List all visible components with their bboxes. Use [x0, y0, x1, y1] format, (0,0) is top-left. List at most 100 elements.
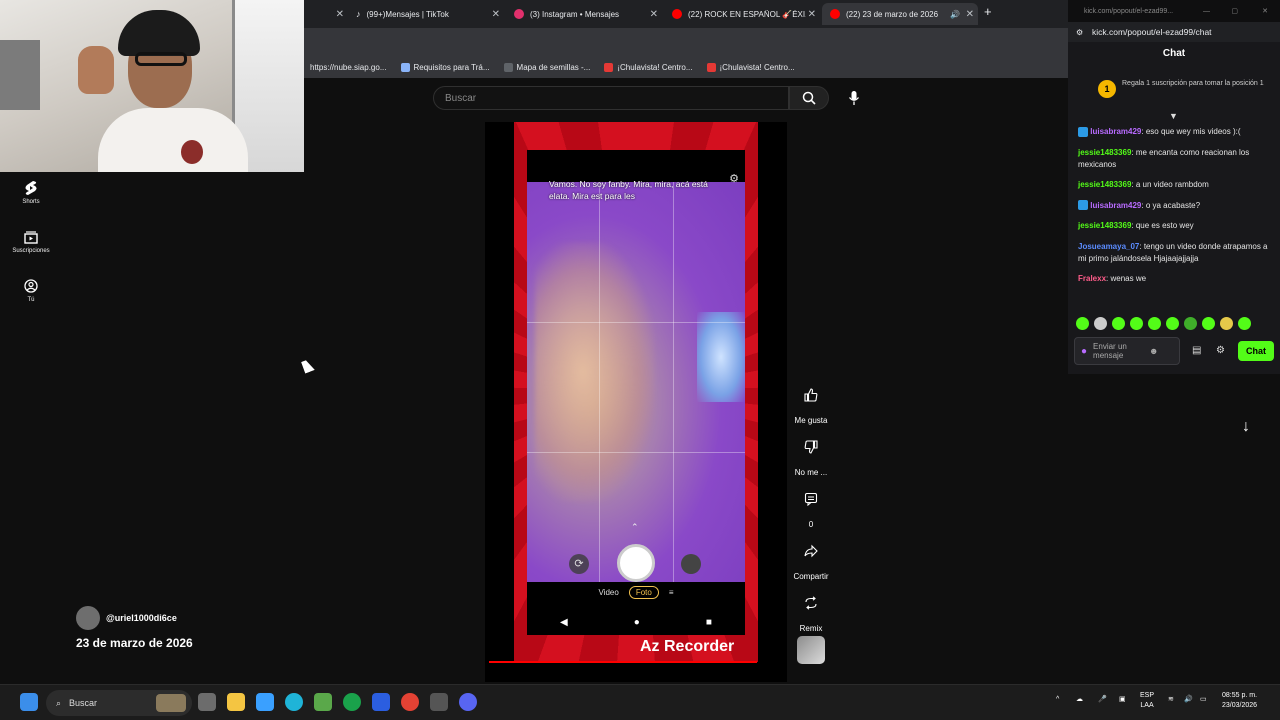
video-content[interactable]: ⌃ ⟳ Vamos. No soy fanby. Mira, mira, acá… — [527, 150, 745, 635]
browser-tab-tiktok[interactable]: ♪ (99+)Mensajes | TikTok ✕ — [348, 3, 504, 25]
avatar[interactable] — [76, 606, 100, 630]
voice-search-button[interactable] — [842, 86, 866, 110]
chat-username[interactable]: jessie1483369 — [1078, 148, 1131, 157]
microphone-icon — [848, 91, 860, 105]
close-tab-icon[interactable]: ✕ — [492, 9, 500, 20]
bookmark-item[interactable]: ¡Chulavista! Centro... — [604, 62, 693, 72]
clock[interactable]: 08:55 p. m. 23/03/2026 — [1222, 691, 1257, 711]
dislike-button[interactable]: No me ... — [790, 432, 832, 477]
taskbar-search[interactable]: ⌕ Buscar — [46, 690, 192, 716]
bookmark-item[interactable]: https://nube.siap.go... — [310, 63, 387, 72]
popout-url-bar[interactable]: ⚙ kick.com/popout/el-ezad99/chat — [1068, 22, 1280, 42]
arrow-down-icon[interactable]: ↓ — [1234, 418, 1258, 442]
emote-icon[interactable] — [1130, 317, 1143, 330]
emote-icon[interactable] — [1220, 317, 1233, 330]
browser-tab-bar: ✕ ♪ (99+)Mensajes | TikTok ✕ (3) Instagr… — [304, 0, 1068, 28]
browser-tab[interactable]: ✕ — [304, 3, 348, 25]
bookmark-item[interactable]: ¡Chulavista! Centro... — [706, 62, 795, 72]
address-bar[interactable] — [304, 28, 1068, 56]
camera-grid-line — [527, 452, 745, 453]
close-tab-icon[interactable]: ✕ — [336, 9, 344, 20]
notification-icon[interactable]: ▣ — [1119, 695, 1126, 705]
thumbs-up-icon — [796, 380, 826, 410]
nav-item-shorts[interactable]: Shorts — [0, 180, 62, 205]
wifi-icon[interactable]: ≋ — [1168, 695, 1174, 705]
rank-badge: 1 — [1098, 80, 1116, 98]
xbox-icon[interactable] — [343, 693, 361, 711]
emoji-icon[interactable]: ☻ — [1149, 346, 1158, 356]
cloud-icon[interactable]: ☁ — [1076, 695, 1083, 705]
send-chat-button[interactable]: Chat — [1238, 341, 1274, 361]
discord-icon[interactable] — [459, 693, 477, 711]
chat-username[interactable]: luisabram429 — [1090, 201, 1141, 210]
gift-sub-text: Regala 1 suscripción para tomar la posic… — [1122, 80, 1264, 87]
language-indicator[interactable]: ESP LAA — [1140, 691, 1154, 711]
close-tab-icon[interactable]: ✕ — [650, 9, 658, 20]
emote-icon[interactable] — [1112, 317, 1125, 330]
chat-username[interactable]: luisabram429 — [1090, 127, 1141, 136]
nav-item-you[interactable]: Tú — [0, 278, 62, 303]
emote-icon[interactable] — [1184, 317, 1197, 330]
new-tab-icon[interactable]: + — [984, 4, 992, 19]
like-button[interactable]: Me gusta — [790, 380, 832, 425]
chat-username[interactable]: Fralexx — [1078, 274, 1106, 283]
channel-name[interactable]: @uriel1000di6ce — [106, 613, 177, 623]
emote-icon[interactable] — [1148, 317, 1161, 330]
remix-button[interactable]: Remix — [790, 588, 832, 633]
bookmark-icon — [604, 62, 614, 72]
chrome-icon[interactable] — [401, 693, 419, 711]
store-icon[interactable]: ▤ — [1192, 345, 1201, 356]
chat-username[interactable]: jessie1483369 — [1078, 221, 1131, 230]
volume-icon[interactable]: 🔊 — [1184, 695, 1193, 705]
nav-item-subscriptions[interactable]: Suscripciones — [0, 229, 62, 254]
browser-tab-rock[interactable]: (22) ROCK EN ESPAÑOL 🎸ÉXI... ✕ — [664, 3, 820, 25]
bookmark-icon — [400, 62, 410, 72]
chat-messages: luisabram429: eso que wey mis videos ):(… — [1078, 126, 1274, 294]
maximize-icon[interactable]: ▢ — [1231, 7, 1238, 15]
file-explorer-icon[interactable] — [227, 693, 245, 711]
task-view-icon[interactable] — [198, 693, 216, 711]
share-button[interactable]: Compartir — [790, 536, 832, 581]
store-app-icon[interactable] — [256, 693, 274, 711]
comments-button[interactable]: 0 — [790, 484, 832, 529]
app-icon[interactable] — [430, 693, 448, 711]
minecraft-icon[interactable] — [314, 693, 332, 711]
chat-username[interactable]: jessie1483369 — [1078, 180, 1131, 189]
emote-icon[interactable] — [1238, 317, 1251, 330]
microphone-tray-icon[interactable]: 🎤 — [1098, 695, 1107, 705]
search-input[interactable]: Buscar — [433, 86, 789, 110]
emote-icon[interactable] — [1202, 317, 1215, 330]
minimize-icon[interactable]: — — [1203, 8, 1210, 15]
site-info-icon[interactable]: ⚙ — [1076, 28, 1083, 37]
battery-icon[interactable]: ▭ — [1200, 695, 1207, 705]
popout-title: kick.com/popout/el-ezad99... — [1084, 7, 1174, 15]
chevron-up-icon[interactable]: ^ — [1056, 695, 1059, 705]
emote-icon[interactable] — [1076, 317, 1089, 330]
emote-icon[interactable] — [1166, 317, 1179, 330]
settings-icon[interactable]: ⚙ — [1216, 345, 1225, 356]
search-icon: ⌕ — [56, 697, 62, 708]
keyboard-layout: LAA — [1140, 702, 1154, 709]
video-progress-bar[interactable] — [489, 661, 757, 663]
chat-username[interactable]: Josueamaya_07 — [1078, 242, 1139, 251]
close-icon[interactable]: ✕ — [1262, 7, 1268, 15]
chat-message: jessie1483369: me encanta como reacionan… — [1078, 147, 1274, 171]
gift-sub-banner[interactable]: 1 Regala 1 suscripción para tomar la pos… — [1098, 80, 1268, 98]
windows-start-icon[interactable] — [20, 693, 38, 711]
search-button[interactable] — [789, 86, 829, 110]
bookmark-item[interactable]: Mapa de semillas -... — [503, 62, 590, 72]
browser-tab-instagram[interactable]: (3) Instagram • Mensajes ✕ — [506, 3, 662, 25]
bookmark-item[interactable]: Requisitos para Trá... — [400, 62, 490, 72]
word-icon[interactable] — [372, 693, 390, 711]
sound-thumbnail[interactable] — [797, 636, 825, 664]
speaker-icon[interactable]: 🔊 — [950, 10, 960, 19]
chat-input[interactable]: ● Enviar un mensaje ☻ — [1074, 337, 1180, 365]
edge-icon[interactable] — [285, 693, 303, 711]
filter-icon[interactable]: ▼ — [1169, 111, 1178, 121]
close-tab-icon[interactable]: ✕ — [966, 9, 974, 20]
emote-icon[interactable] — [1094, 317, 1107, 330]
close-tab-icon[interactable]: ✕ — [808, 9, 816, 20]
channel-info[interactable]: @uriel1000di6ce — [76, 606, 177, 630]
mic-icon[interactable]: ● — [1081, 346, 1087, 356]
browser-tab-active[interactable]: (22) 23 de marzo de 2026 🔊 ✕ — [822, 3, 978, 25]
